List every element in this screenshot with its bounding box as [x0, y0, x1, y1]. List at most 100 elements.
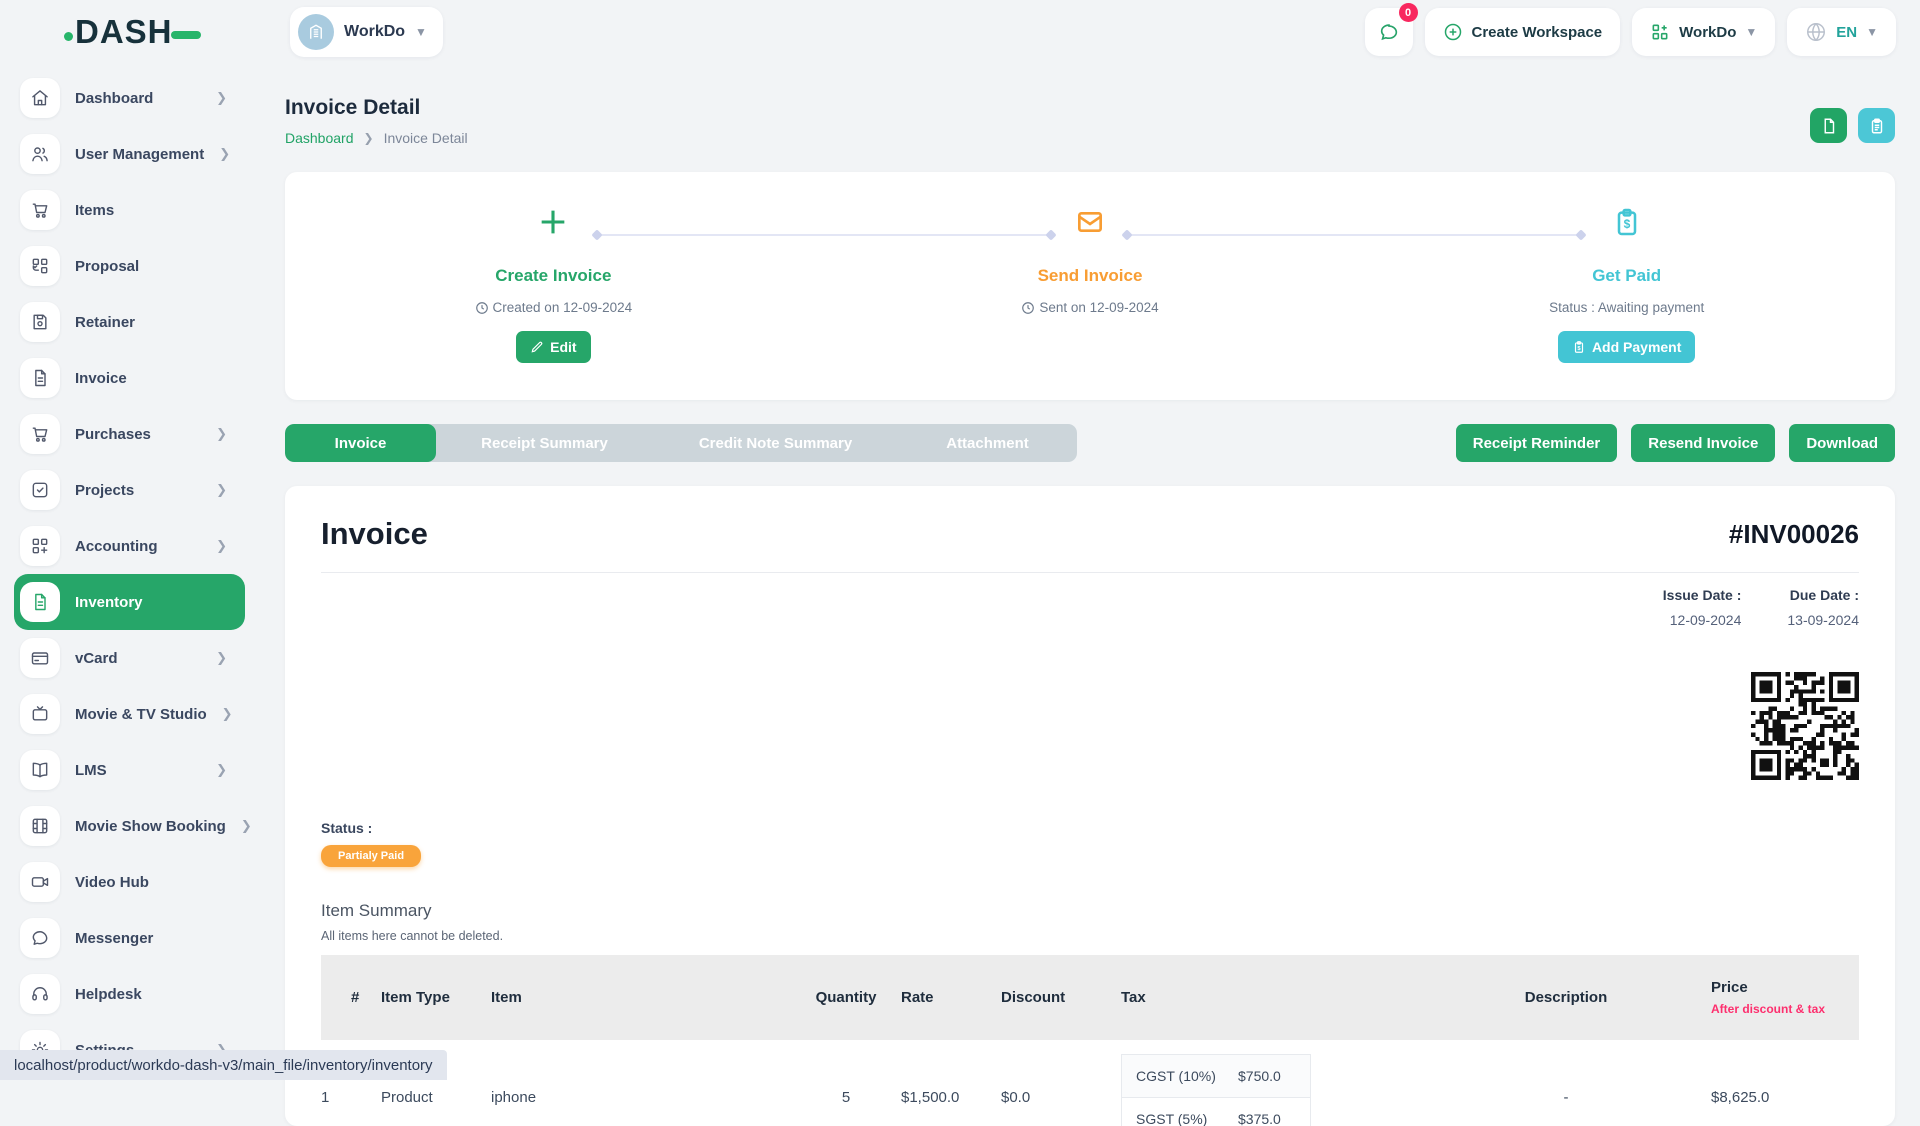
sidebar-item-icon-tile: [20, 470, 60, 510]
sidebar-item-icon-tile: [20, 246, 60, 286]
cart-icon: [30, 424, 50, 444]
items-table: #Item TypeItemQuantityRateDiscountTaxDes…: [321, 955, 1859, 1126]
sidebar-item-dashboard[interactable]: Dashboard❯: [0, 70, 245, 126]
chevron-right-icon: ❯: [216, 762, 227, 778]
sidebar-item-movie-show-booking[interactable]: Movie Show Booking❯: [0, 798, 245, 854]
sidebar-item-projects[interactable]: Projects❯: [0, 462, 245, 518]
sidebar-item-lms[interactable]: LMS ❯: [0, 742, 245, 798]
chat-icon: [30, 928, 50, 948]
sidebar-item-retainer[interactable]: Retainer: [0, 294, 245, 350]
sidebar-item-accounting[interactable]: Accounting❯: [0, 518, 245, 574]
step-send-invoice: Send Invoice Sent on 12-09-2024: [822, 172, 1359, 400]
step-get-paid: $ Get Paid Status : Awaiting payment $ A…: [1358, 172, 1895, 400]
column-header-item: Item: [491, 955, 791, 1040]
messages-badge: 0: [1399, 3, 1418, 22]
sidebar-item-helpdesk[interactable]: Helpdesk: [0, 966, 245, 1022]
due-date-block: Due Date : 13-09-2024: [1787, 587, 1859, 628]
status-label: Status :: [321, 820, 1859, 836]
tab-invoice[interactable]: Invoice: [285, 424, 436, 462]
svg-text:$: $: [1623, 217, 1630, 231]
sidebar-item-icon-tile: [20, 862, 60, 902]
tax-row: CGST (10%)$750.0: [1122, 1055, 1310, 1098]
tab-credit-note-summary[interactable]: Credit Note Summary: [653, 424, 898, 462]
sidebar-item-label: Purchases: [75, 426, 201, 443]
sidebar-item-label: Retainer: [75, 314, 227, 331]
create-workspace-button[interactable]: Create Workspace: [1425, 8, 1621, 56]
breadcrumb-dashboard-link[interactable]: Dashboard: [285, 130, 354, 146]
sidebar-item-label: LMS: [75, 762, 201, 779]
sidebar-item-invoice[interactable]: Invoice: [0, 350, 245, 406]
invoice-heading: Invoice: [321, 516, 428, 552]
table-row: 1Productiphone5$1,500.0$0.0CGST (10%)$75…: [321, 1040, 1859, 1126]
sidebar-item-vcard[interactable]: vCard ❯: [0, 630, 245, 686]
sidebar-nav: Dashboard❯ User Management ❯ Items Proposal R…: [0, 64, 245, 1080]
pencil-icon: [530, 340, 544, 354]
messages-button[interactable]: 0: [1365, 8, 1413, 56]
chevron-right-icon: ❯: [216, 538, 227, 554]
sidebar-item-purchases[interactable]: Purchases ❯: [0, 406, 245, 462]
copy-invoice-button[interactable]: [1858, 108, 1895, 143]
sidebar-item-video-hub[interactable]: Video Hub: [0, 854, 245, 910]
headset-icon: [30, 984, 50, 1004]
logo-dot-icon: [64, 32, 73, 41]
due-date-value: 13-09-2024: [1787, 612, 1859, 628]
cell-discount: $0.0: [1001, 1040, 1121, 1126]
items-table-header: #Item TypeItemQuantityRateDiscountTaxDes…: [321, 955, 1859, 1040]
chevron-right-icon: ❯: [216, 650, 227, 666]
sidebar-item-icon-tile: [20, 918, 60, 958]
sidebar-item-movie-tv-studio[interactable]: Movie & TV Studio❯: [0, 686, 245, 742]
clipboard-icon: [1868, 117, 1886, 135]
sidebar-item-user-management[interactable]: User Management ❯: [0, 126, 245, 182]
sidebar-item-label: Video Hub: [75, 874, 227, 891]
tab-attachment[interactable]: Attachment: [898, 424, 1077, 462]
step-connector: [597, 234, 1051, 236]
create-workspace-label: Create Workspace: [1472, 24, 1603, 41]
page-title: Invoice Detail: [285, 96, 1895, 120]
sidebar-item-icon-tile: [20, 694, 60, 734]
step-subtitle: Created on 12-09-2024: [475, 300, 633, 315]
check-square-icon: [30, 480, 50, 500]
video-icon: [30, 872, 50, 892]
workspace-selector[interactable]: WorkDo ▼: [290, 7, 443, 57]
download-button[interactable]: Download: [1789, 424, 1895, 462]
user-menu[interactable]: WorkDo ▼: [1632, 8, 1775, 56]
add-payment-button[interactable]: $ Add Payment: [1558, 331, 1695, 363]
tax-amount: $375.0: [1238, 1098, 1310, 1126]
file-icon: [30, 368, 50, 388]
step-title: Create Invoice: [495, 266, 611, 286]
invoice-tabs: InvoiceReceipt SummaryCredit Note Summar…: [285, 424, 1077, 462]
chevron-right-icon: ❯: [219, 146, 230, 162]
sidebar-item-items[interactable]: Items: [0, 182, 245, 238]
sidebar-item-icon-tile: [20, 190, 60, 230]
sidebar-item-messenger[interactable]: Messenger: [0, 910, 245, 966]
export-invoice-button[interactable]: [1810, 108, 1847, 143]
tab-receipt-summary[interactable]: Receipt Summary: [436, 424, 653, 462]
cell-rate: $1,500.0: [901, 1040, 1001, 1126]
tax-name: CGST (10%): [1122, 1055, 1238, 1097]
chevron-right-icon: ❯: [222, 706, 233, 722]
chevron-right-icon: ❯: [216, 426, 227, 442]
sidebar-item-proposal[interactable]: Proposal: [0, 238, 245, 294]
resend-invoice-button[interactable]: Resend Invoice: [1631, 424, 1775, 462]
chevron-down-icon: ▼: [415, 25, 427, 39]
edit-invoice-button[interactable]: Edit: [516, 331, 590, 363]
top-header: DASH WorkDo ▼ 0 Create Workspace WorkDo …: [0, 0, 1920, 64]
workdo-grid-icon: [1650, 22, 1670, 42]
sidebar-item-label: Proposal: [75, 258, 227, 275]
plus-circle-icon: [1443, 22, 1463, 42]
sidebar-item-label: vCard: [75, 650, 201, 667]
sidebar-item-inventory[interactable]: Inventory: [14, 574, 245, 630]
column-header-price: PriceAfter discount & tax: [1711, 955, 1859, 1040]
clock-icon: [1021, 301, 1035, 315]
language-selector[interactable]: EN ▼: [1787, 8, 1896, 56]
clock-icon: [475, 301, 489, 315]
item-summary-note: All items here cannot be deleted.: [321, 929, 1859, 943]
receipt-reminder-button[interactable]: Receipt Reminder: [1456, 424, 1618, 462]
column-header-tax: Tax: [1121, 955, 1421, 1040]
issue-date-block: Issue Date : 12-09-2024: [1663, 587, 1742, 628]
workspace-name: WorkDo: [344, 23, 405, 41]
sidebar-item-icon-tile: [20, 974, 60, 1014]
column-header-discount: Discount: [1001, 955, 1121, 1040]
sidebar-item-label: User Management: [75, 146, 204, 163]
item-summary-title: Item Summary: [321, 901, 1859, 921]
